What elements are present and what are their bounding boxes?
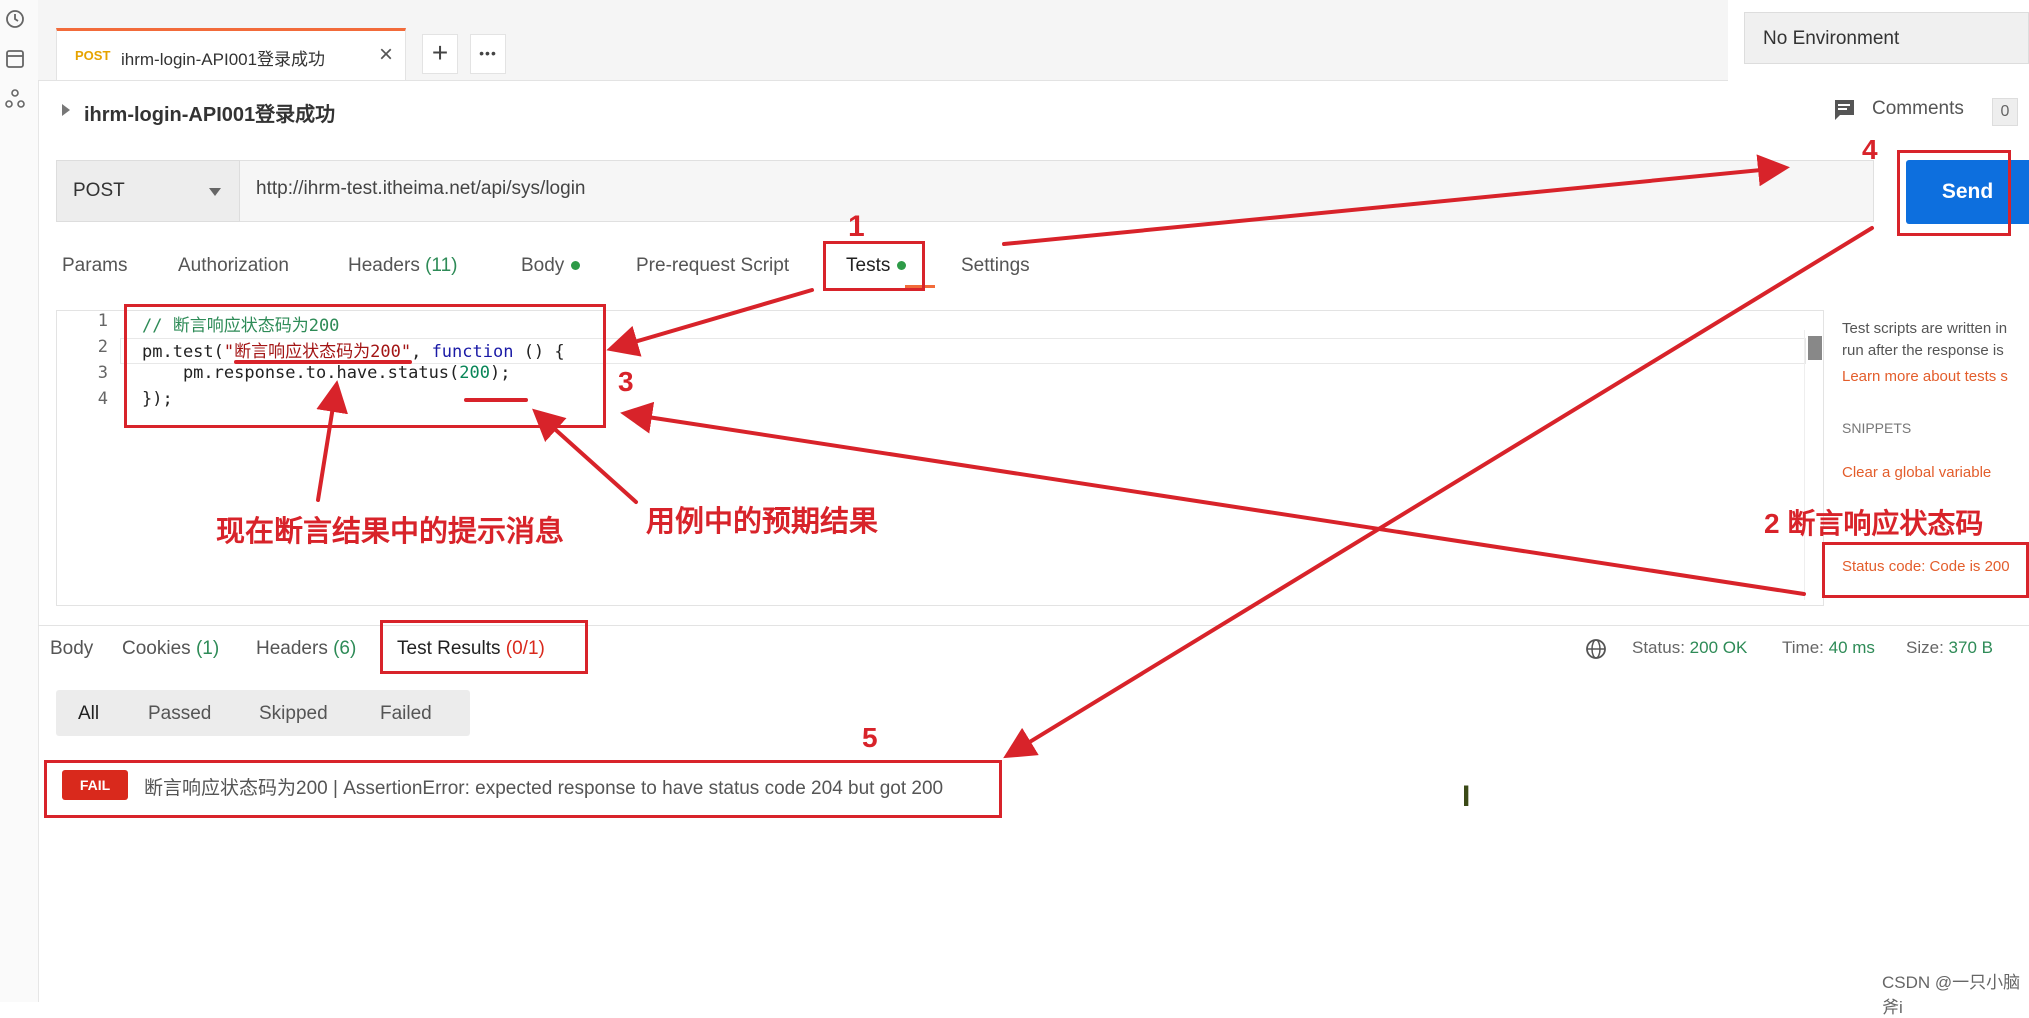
annotation-step-2: 2 断言响应状态码: [1764, 508, 1984, 539]
annotation-step-4: 4: [1862, 134, 1878, 165]
annotation-step-1: 1: [848, 210, 865, 243]
annotation-hint-message: 现在断言结果中的提示消息: [216, 516, 565, 548]
annotation-step-3: 3: [618, 366, 634, 397]
annotation-arrows: [234, 154, 1874, 759]
annotation-step-5: 5: [862, 722, 878, 753]
annotation-expected-result: 用例中的预期结果: [646, 506, 879, 538]
